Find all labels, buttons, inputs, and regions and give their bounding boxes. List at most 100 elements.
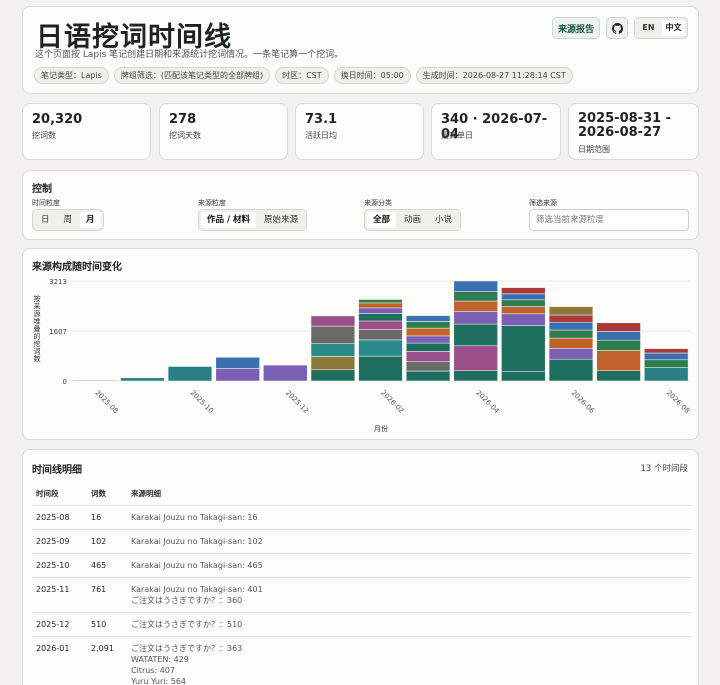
y-tick-label: 3213 bbox=[49, 278, 67, 286]
col-details: 来源明细 bbox=[127, 482, 691, 506]
bar-segment[interactable] bbox=[405, 361, 451, 372]
granularity-month[interactable]: 月 bbox=[80, 212, 101, 228]
bar-segment[interactable] bbox=[501, 287, 546, 295]
bar-segment[interactable] bbox=[358, 355, 403, 382]
bar-segment[interactable] bbox=[358, 302, 403, 309]
bar-segment[interactable] bbox=[548, 329, 594, 339]
bar-segment[interactable] bbox=[453, 345, 498, 371]
bar-segment[interactable] bbox=[644, 367, 689, 382]
bar-segment[interactable] bbox=[548, 337, 594, 349]
bar-segment[interactable] bbox=[310, 356, 356, 371]
x-tick-label: 2025-12 bbox=[284, 389, 310, 415]
cell-details: ご注文はうさぎですか？：510 bbox=[127, 612, 691, 637]
category-anime[interactable]: 动画 bbox=[398, 212, 427, 228]
timeline-table: 时间段 词数 来源明细 2025-08 16 Karakai Jouzu no Ta… bbox=[32, 482, 691, 685]
y-tick-label: 0 bbox=[63, 378, 67, 386]
bar-segment[interactable] bbox=[215, 368, 260, 382]
bar-segment[interactable] bbox=[596, 339, 641, 351]
bar-segment[interactable] bbox=[358, 307, 403, 314]
bar-segment[interactable] bbox=[405, 327, 451, 337]
source-filter-input[interactable] bbox=[529, 209, 689, 231]
bar-segment[interactable] bbox=[453, 311, 498, 325]
bar-segment[interactable] bbox=[310, 369, 356, 382]
bar-segment[interactable] bbox=[596, 370, 641, 382]
stat-label: 日期范围 bbox=[578, 145, 610, 154]
bar-segment[interactable] bbox=[120, 377, 165, 382]
bar-segment[interactable] bbox=[72, 380, 117, 382]
bar-segment[interactable] bbox=[405, 315, 451, 322]
stacked-bar-chart: 0 1607 3213 2025-08 2025-10 2025-12 2026-02 20… bbox=[34, 278, 692, 433]
stat-label: 挖词数 bbox=[32, 131, 56, 140]
granularity-segmented: 日 周 月 bbox=[32, 209, 104, 231]
bar-segment[interactable] bbox=[501, 306, 546, 315]
github-button[interactable] bbox=[606, 17, 628, 39]
source-granularity-work[interactable]: 作品 / 材料 bbox=[201, 212, 257, 228]
detail-line: ご注文はうさぎですか？：360 bbox=[131, 596, 243, 605]
category-all[interactable]: 全部 bbox=[367, 212, 397, 228]
bar-segment[interactable] bbox=[167, 366, 213, 382]
bar-segment[interactable] bbox=[644, 348, 689, 354]
y-axis-label: 按来源堆叠的挖词数 bbox=[34, 294, 41, 363]
bar-segment[interactable] bbox=[310, 343, 356, 357]
granularity-day[interactable]: 日 bbox=[35, 212, 56, 228]
stat-label: 最高单日 bbox=[441, 131, 473, 140]
bar-segment[interactable] bbox=[548, 321, 594, 331]
bar-segment[interactable] bbox=[548, 306, 594, 316]
bar-segment[interactable] bbox=[501, 293, 546, 301]
bar-segment[interactable] bbox=[405, 351, 451, 362]
bar-segment[interactable] bbox=[215, 357, 260, 369]
bar-segment[interactable] bbox=[548, 314, 594, 323]
bar-segment[interactable] bbox=[501, 299, 546, 307]
bar-segment[interactable] bbox=[453, 300, 498, 312]
language-toggle: EN 中文 bbox=[634, 17, 688, 39]
bar-segment[interactable] bbox=[596, 331, 641, 341]
lang-zh-button[interactable]: 中文 bbox=[662, 20, 685, 36]
stat-card-avg: 73.1 活跃日均 bbox=[295, 103, 424, 160]
timeline-card: 时间线明细 13 个时间段 时间段 词数 来源明细 2025-08 16 Karak… bbox=[22, 449, 699, 685]
table-row: 2025-12 510 ご注文はうさぎですか？：510 bbox=[32, 612, 691, 637]
chip-generated-at: 生成时间：2026-08-27 11:28:14 CST bbox=[415, 67, 573, 84]
source-report-button[interactable]: 来源报告 bbox=[552, 17, 600, 39]
bar-segment[interactable] bbox=[310, 325, 356, 344]
bar-segment[interactable] bbox=[548, 348, 594, 360]
bar-segment[interactable] bbox=[405, 370, 451, 382]
cell-details: ご注文はうさぎですか？：363 WATATEN: 429 Citrus: 407 Yu… bbox=[127, 636, 691, 685]
bar-segment[interactable] bbox=[644, 352, 689, 361]
bar-segment[interactable] bbox=[453, 291, 498, 302]
bar-segment[interactable] bbox=[548, 358, 594, 382]
bar-segment[interactable] bbox=[405, 321, 451, 329]
chip-deck-filter: 牌组筛选：(匹配该笔记类型的全部牌组) bbox=[113, 67, 271, 84]
timeline-title: 时间线明细 bbox=[32, 465, 82, 476]
cell-period: 2025-11 bbox=[32, 577, 87, 613]
bar-segment[interactable] bbox=[310, 315, 356, 327]
bar-segment[interactable] bbox=[405, 342, 451, 352]
bar-segment[interactable] bbox=[453, 323, 498, 347]
source-category-label: 来源分类 bbox=[364, 199, 392, 207]
bar-segment[interactable] bbox=[596, 350, 641, 371]
bar-segment[interactable] bbox=[453, 370, 498, 382]
table-row: 2025-11 761 Karakai Jouzu no Takagi-san: 4… bbox=[32, 577, 691, 613]
source-granularity-raw[interactable]: 原始来源 bbox=[258, 212, 304, 228]
bar-segment[interactable] bbox=[358, 299, 403, 304]
bar-segment[interactable] bbox=[501, 325, 546, 372]
granularity-week[interactable]: 周 bbox=[58, 212, 79, 228]
bar-segment[interactable] bbox=[453, 280, 498, 292]
cell-count: 510 bbox=[87, 612, 127, 637]
lang-en-button[interactable]: EN bbox=[637, 20, 660, 36]
detail-line: Karakai Jouzu no Takagi-san: 16 bbox=[131, 513, 258, 522]
category-novel[interactable]: 小说 bbox=[429, 212, 458, 228]
bar-segment[interactable] bbox=[358, 313, 403, 322]
bar-segment[interactable] bbox=[263, 364, 308, 382]
bar-segment[interactable] bbox=[501, 313, 546, 326]
bar-segment[interactable] bbox=[405, 335, 451, 344]
controls-card: 控制 时间粒度 日 周 月 来源粒度 作品 / 材料 原始来源 来源分类 全部 … bbox=[22, 170, 699, 240]
bar-segment[interactable] bbox=[501, 371, 546, 382]
bar-segment[interactable] bbox=[644, 359, 689, 368]
cell-period: 2025-10 bbox=[32, 553, 87, 578]
bar-segment[interactable] bbox=[358, 339, 403, 357]
bar-segment[interactable] bbox=[358, 329, 403, 341]
cell-details: Karakai Jouzu no Takagi-san: 401 ご注文はうさぎで… bbox=[127, 577, 691, 613]
bar-segment[interactable] bbox=[596, 322, 641, 332]
bar-segment[interactable] bbox=[358, 320, 403, 330]
stat-value: 20,320 bbox=[32, 112, 83, 127]
